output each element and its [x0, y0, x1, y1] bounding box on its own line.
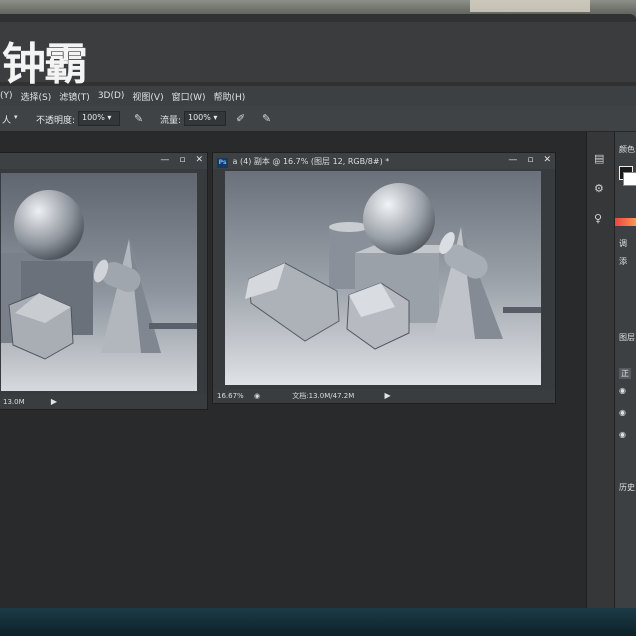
document-title: a (4) 副本 @ 16.7% (图层 12, RGB/8#) *: [232, 157, 390, 166]
opacity-field[interactable]: 100% ▾: [78, 111, 120, 126]
color-panel-icon[interactable]: ▤: [594, 152, 604, 165]
menu-item-filter[interactable]: 滤镜(T): [59, 90, 90, 103]
background-swatch[interactable]: [623, 172, 636, 186]
minimize-icon[interactable]: —: [508, 155, 517, 165]
menu-item-window[interactable]: 窗口(W): [172, 90, 206, 103]
close-icon[interactable]: ✕: [543, 155, 551, 165]
document-status-bar: 16.67% ◉ 文档:13.0M/47.2M ▶: [213, 389, 555, 403]
flow-field[interactable]: 100% ▾: [184, 111, 226, 126]
document-canvas[interactable]: [1, 173, 197, 391]
menu-item-select[interactable]: 选择(S): [21, 90, 52, 103]
close-icon[interactable]: ✕: [195, 155, 203, 165]
opacity-value: 100%: [82, 113, 105, 122]
doc-size: 13.0M: [3, 398, 25, 406]
flow-value: 100%: [188, 113, 211, 122]
eye-icon[interactable]: ◉: [619, 430, 626, 439]
lightbulb-icon[interactable]: ♀: [594, 212, 602, 225]
still-life-drawing: [225, 171, 541, 385]
minimize-icon[interactable]: —: [160, 155, 169, 165]
document-titlebar[interactable]: Ps a (4) 副本 @ 16.7% (图层 12, RGB/8#) * — …: [213, 153, 555, 169]
panel-icon-strip: ▤ ⚙ ♀: [586, 132, 614, 608]
titlebar: [200, 22, 636, 82]
maximize-icon[interactable]: ▫: [527, 155, 533, 165]
document-titlebar[interactable]: — ▫ ✕: [0, 153, 207, 169]
adjust-icon[interactable]: ⚙: [594, 182, 604, 195]
blend-mode-select[interactable]: 正: [619, 368, 631, 379]
app-title-text: 钟霸: [2, 39, 88, 90]
menu-item-view[interactable]: 视图(V): [132, 90, 163, 103]
right-panel: 颜色 调 添 图层 正 ◉ ◉ ◉ 历史: [614, 132, 636, 608]
eye-icon[interactable]: ◉: [619, 386, 626, 395]
airbrush-icon[interactable]: ✐: [236, 112, 248, 125]
document-canvas[interactable]: [225, 171, 541, 385]
tool-preset[interactable]: 人: [2, 113, 11, 126]
maximize-icon[interactable]: ▫: [179, 155, 185, 165]
app-title-area: 钟霸: [0, 22, 200, 90]
panel-tab-history[interactable]: 历史: [619, 482, 635, 493]
zoom-level[interactable]: 16.67%: [217, 392, 244, 400]
panel-tab-adjust[interactable]: 调: [619, 238, 627, 249]
photoshop-doc-icon: Ps: [217, 158, 228, 168]
brush-icon[interactable]: ✎: [262, 112, 274, 125]
play-icon[interactable]: ▶: [384, 391, 390, 400]
document-window-right: Ps a (4) 副本 @ 16.7% (图层 12, RGB/8#) * — …: [212, 152, 556, 404]
play-icon[interactable]: ▶: [51, 397, 57, 406]
bezel-sticker: [470, 0, 590, 12]
panel-tab-color[interactable]: 颜色: [619, 144, 635, 155]
document-status-bar: 13.0M ▶: [0, 395, 207, 409]
still-life-drawing: [1, 173, 197, 391]
chevron-down-icon[interactable]: ▾: [14, 113, 18, 121]
flow-label: 流量:: [160, 116, 182, 126]
panel-add[interactable]: 添: [619, 256, 627, 267]
eye-icon[interactable]: ◉: [619, 408, 626, 417]
color-ramp[interactable]: [615, 218, 636, 226]
status-info-icon[interactable]: ◉: [254, 392, 260, 400]
menubar: (Y) 选择(S) 滤镜(T) 3D(D) 视图(V) 窗口(W) 帮助(H): [0, 86, 636, 106]
menu-item-image[interactable]: (Y): [0, 91, 13, 101]
taskbar: [0, 608, 636, 636]
document-window-left: — ▫ ✕ 13.0M ▶: [0, 152, 208, 410]
menu-item-3d[interactable]: 3D(D): [98, 91, 125, 101]
pressure-icon[interactable]: ✎: [134, 112, 146, 125]
doc-info: 文档:13.0M/47.2M: [292, 392, 355, 400]
panel-tab-layers[interactable]: 图层: [619, 332, 635, 343]
menu-item-help[interactable]: 帮助(H): [214, 90, 246, 103]
opacity-label: 不透明度:: [36, 116, 76, 126]
options-bar: 人 ▾ 不透明度: 100% ▾ ✎ 流量: 100% ▾ ✐ ✎: [0, 106, 636, 132]
